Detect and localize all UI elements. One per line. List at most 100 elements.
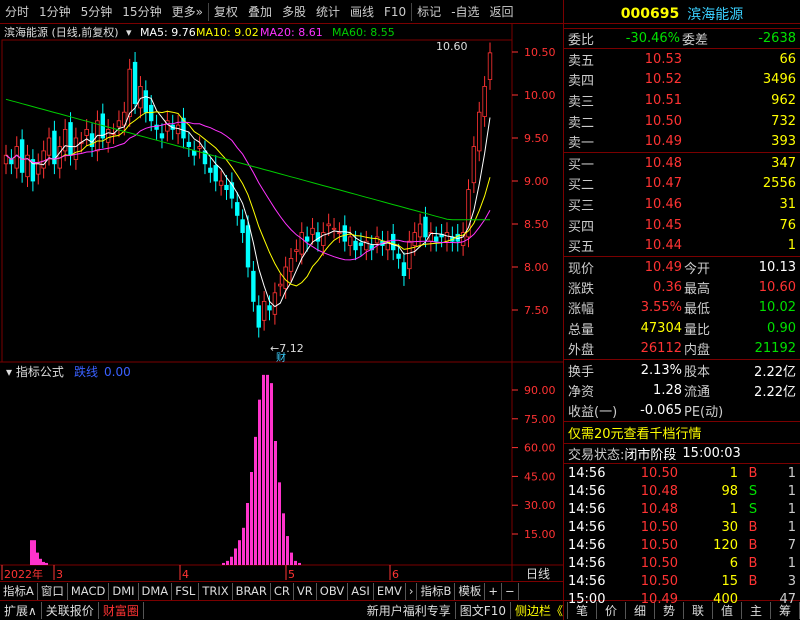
tick-row: 14:56 10.50 120 B 7	[564, 536, 800, 554]
indicator-bar	[36, 552, 39, 565]
indicator-tab[interactable]: CR	[271, 582, 294, 600]
candle-body	[412, 232, 417, 246]
sell-level[interactable]: 卖三 10.51 962	[564, 90, 800, 111]
tick-row: 14:56 10.50 6 B 1	[564, 554, 800, 572]
sell-level[interactable]: 卖五 10.53 66	[564, 49, 800, 70]
candle-body	[41, 150, 46, 169]
stat-value: 0.90	[767, 320, 796, 336]
bottom-right-item[interactable]: 新用户福利专享	[363, 602, 456, 619]
buy-level[interactable]: 买五 10.44 1	[564, 235, 800, 256]
tick-count: 1	[787, 519, 796, 535]
buy-level[interactable]: 买三 10.46 31	[564, 194, 800, 215]
indicator-title[interactable]: ▾ 指标公式	[6, 364, 64, 379]
tick-volume: 98	[721, 483, 738, 499]
toolbar-item[interactable]: -自选	[446, 0, 484, 24]
ytick-label: 8.50	[524, 218, 549, 231]
toolbar-item[interactable]: 多股	[277, 0, 311, 24]
bottom-right-item[interactable]: 图文F10	[456, 602, 511, 619]
indicator-tab[interactable]: BRAR	[233, 582, 271, 600]
toolbar-item[interactable]: 返回	[485, 0, 519, 24]
toolbar-item[interactable]: F10	[379, 0, 411, 24]
sell-level[interactable]: 卖一 10.49 393	[564, 131, 800, 152]
buy-level[interactable]: 买一 10.48 347	[564, 153, 800, 174]
toolbar-item[interactable]: 标记	[412, 0, 446, 24]
ind-ytick-label: 75.00	[524, 413, 556, 426]
indicator-tab[interactable]: OBV	[317, 582, 349, 600]
indicator-tab[interactable]: TRIX	[199, 582, 233, 600]
promo-row[interactable]: 仅需20元查看千档行情	[564, 421, 800, 443]
tick-volume: 1	[729, 501, 738, 517]
indicator-tab[interactable]: DMI	[109, 582, 139, 600]
candle-body	[159, 133, 165, 139]
stat-value: 1.28	[653, 382, 682, 398]
buy-orders: 买一 10.48 347 买二 10.47 2556 买三 10.46 31 买四 10.45 76 买…	[564, 151, 800, 256]
level-volume: 393	[771, 134, 796, 150]
candle-body	[434, 236, 439, 242]
candle-body	[19, 139, 25, 173]
tick-price: 10.50	[640, 519, 678, 535]
tick-count: 1	[787, 483, 796, 499]
bottom-item[interactable]: 扩展∧	[0, 602, 42, 619]
toolbar-item[interactable]: 15分钟	[117, 0, 166, 24]
sell-level[interactable]: 卖二 10.50 732	[564, 111, 800, 132]
buy-level[interactable]: 买二 10.47 2556	[564, 174, 800, 195]
tick-count: 1	[787, 555, 796, 571]
toolbar-item[interactable]: 叠加	[243, 0, 277, 24]
toolbar-item[interactable]: 5分钟	[76, 0, 118, 24]
level-volume: 31	[779, 196, 796, 212]
indicator-bar	[282, 513, 285, 565]
stat-row: 换手 2.13% 股本 2.22亿	[564, 360, 800, 380]
sell-level[interactable]: 卖四 10.52 3496	[564, 70, 800, 91]
buy-level[interactable]: 买四 10.45 76	[564, 215, 800, 236]
tick-volume: 6	[729, 555, 738, 571]
indicator-tab[interactable]: VR	[294, 582, 317, 600]
tick-time: 14:56	[568, 537, 606, 553]
indicator-tab[interactable]: ›	[406, 582, 418, 600]
tick-flag: B	[748, 519, 758, 535]
indicator-tab[interactable]: ASI	[348, 582, 374, 600]
ytick-label: 9.50	[524, 132, 549, 145]
indicator-tab[interactable]: DMA	[139, 582, 173, 600]
candle-body	[288, 257, 294, 272]
indicator-tab[interactable]: 模板	[455, 582, 486, 600]
kline-chart[interactable]: 滨海能源 (日线,前复权) ▾ MA5: 9.76 MA10: 9.02 MA20: 8…	[0, 24, 563, 596]
level-label: 卖四	[568, 74, 595, 90]
toolbar-item[interactable]: 画线	[345, 0, 379, 24]
candle-body	[477, 111, 482, 152]
indicator-tab[interactable]: EMV	[374, 582, 406, 600]
toolbar-item[interactable]: 统计	[311, 0, 345, 24]
indicator-bar	[270, 383, 273, 565]
candle-body	[208, 167, 213, 173]
level-price: 10.51	[644, 92, 682, 108]
indicator-bar	[258, 399, 261, 565]
period-label[interactable]: 日线	[526, 567, 550, 581]
tick-volume: 400	[713, 591, 738, 607]
level-price: 10.50	[644, 113, 682, 129]
promo-link[interactable]: 仅需20元查看千档行情	[568, 423, 702, 442]
toolbar-item[interactable]: 1分钟	[34, 0, 76, 24]
high-label: 10.60	[436, 40, 468, 53]
indicator-tab[interactable]: 指标B	[417, 582, 456, 600]
indicator-bar	[250, 472, 253, 565]
indicator-tab[interactable]: MACD	[68, 582, 110, 600]
toolbar-item[interactable]: 分时	[0, 0, 34, 24]
ind-ytick-label: 30.00	[524, 499, 556, 512]
candle-body	[272, 292, 278, 315]
finance-marker[interactable]: 财	[276, 351, 286, 364]
toolbar-item[interactable]: 更多»	[167, 0, 208, 24]
indicator-tab[interactable]: 指标A	[0, 582, 38, 600]
stat-value: 10.60	[758, 280, 796, 296]
candle-body	[105, 129, 111, 143]
indicator-tab[interactable]: −	[502, 582, 519, 600]
toolbar-item[interactable]: 复权	[209, 0, 243, 24]
indicator-tab[interactable]: FSL	[172, 582, 200, 600]
bottom-right-item[interactable]: 侧边栏《	[511, 602, 568, 619]
indicator-tab[interactable]: 窗口	[38, 582, 68, 600]
stat-label: 最低	[684, 302, 711, 318]
indicator-bar	[234, 548, 237, 565]
candle-body	[84, 129, 89, 136]
bottom-item[interactable]: 财富圈	[99, 602, 144, 619]
candle-body	[224, 184, 229, 191]
indicator-tab[interactable]: +	[485, 582, 503, 600]
bottom-item[interactable]: 关联报价	[42, 602, 99, 619]
